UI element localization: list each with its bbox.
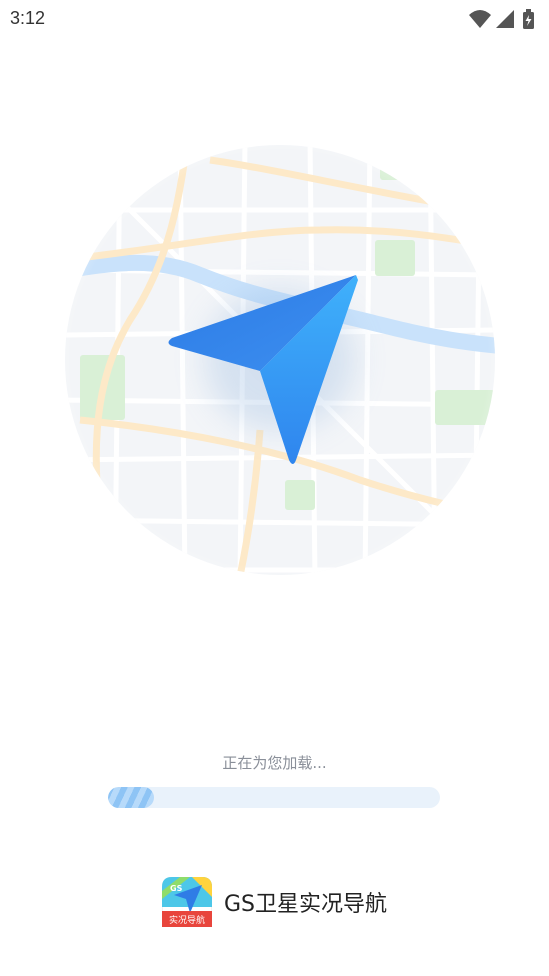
wifi-icon — [469, 10, 491, 28]
signal-icon — [496, 10, 514, 28]
app-icon: 实况导航 GS — [161, 877, 212, 927]
app-name: GS卫星实况导航 — [223, 892, 387, 917]
battery-charging-icon — [523, 9, 534, 29]
app-icon-badge: GS — [170, 884, 183, 893]
brand: 实况导航 GS GS卫星实况导航 — [0, 876, 549, 928]
progress-fill — [108, 787, 155, 808]
progress-bar — [108, 787, 440, 808]
status-time: 3:12 — [10, 8, 46, 28]
loading-text: 正在为您加载... — [222, 754, 327, 772]
status-bar: 3:12 — [0, 0, 549, 38]
map-illustration — [65, 145, 495, 575]
app-icon-label: 实况导航 — [169, 914, 205, 926]
status-icons — [469, 9, 534, 29]
